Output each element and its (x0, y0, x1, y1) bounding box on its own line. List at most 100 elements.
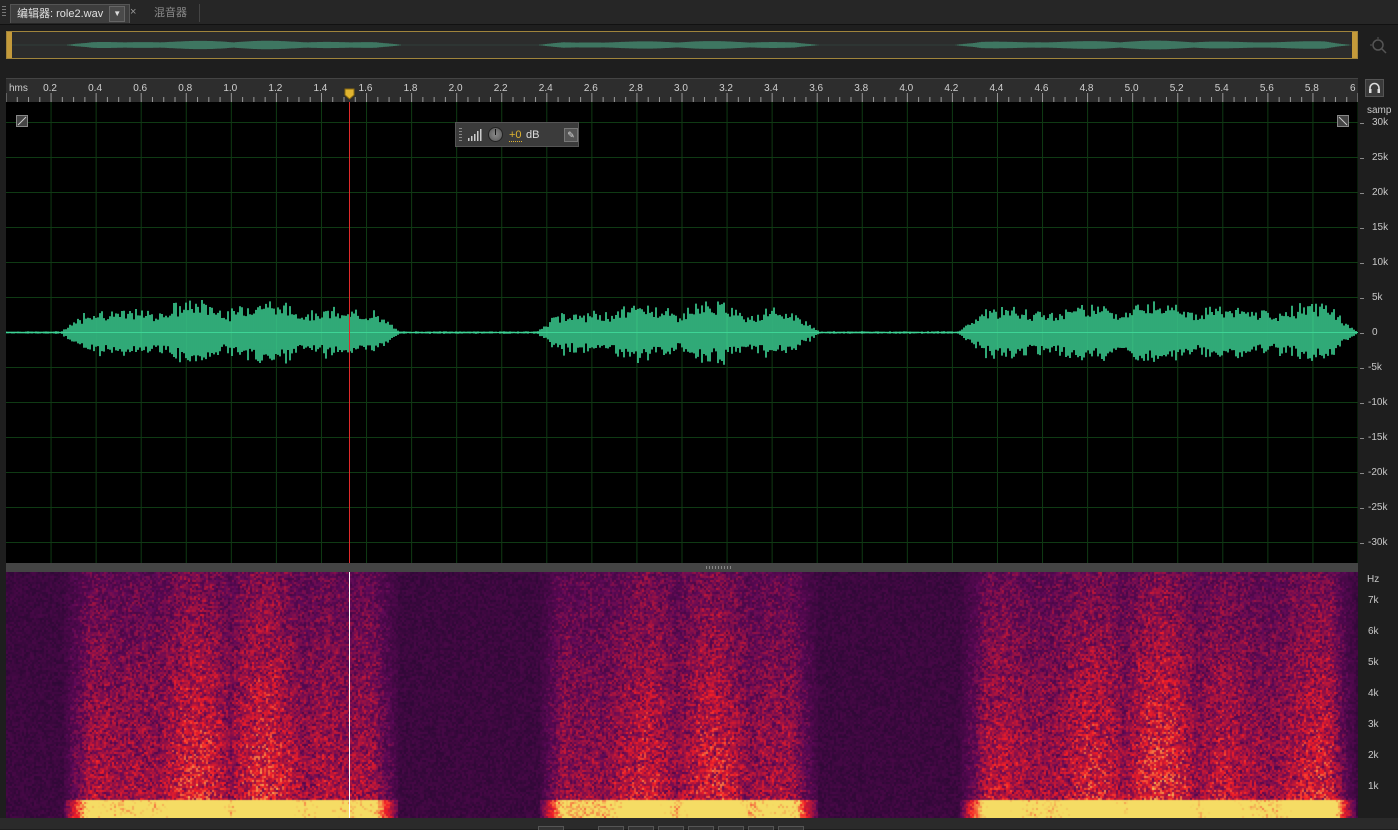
pin-icon[interactable]: ✎ (564, 128, 578, 142)
amplitude-tick (1360, 192, 1364, 194)
close-icon[interactable]: × (130, 5, 136, 19)
ruler-tick-label: 5.0 (1124, 83, 1139, 94)
amplitude-tick (1360, 507, 1364, 509)
ruler-tick-label: 1.0 (223, 83, 238, 94)
toolbar-button[interactable] (688, 826, 714, 830)
volume-value[interactable]: +0 (509, 129, 522, 142)
toolbar-button[interactable] (778, 826, 804, 830)
ruler-tick-label: 1.8 (403, 83, 418, 94)
amplitude-tick-label: 30k (1372, 116, 1389, 128)
amplitude-unit-label: samp (1367, 105, 1392, 116)
frequency-tick-label: 4k (1368, 688, 1379, 699)
volume-unit: dB (526, 129, 540, 141)
spectral-display[interactable] (6, 572, 1358, 818)
zoom-corner-left-icon[interactable] (16, 115, 28, 127)
hud-grip-icon[interactable] (459, 128, 462, 142)
ruler-tick-label: 2.6 (583, 83, 598, 94)
ruler-tick-label: 3.4 (764, 83, 779, 94)
tab-editor-label: 编辑器: role2.wav (17, 8, 104, 20)
waveform-plot (5, 102, 1359, 563)
ruler-tick-label: 3.8 (854, 83, 869, 94)
frequency-unit-label: Hz (1367, 574, 1380, 585)
amplitude-tick-label: 25k (1372, 151, 1389, 163)
tab-mixer[interactable]: 混音器 (146, 4, 200, 22)
amplitude-tick-label: 10k (1372, 256, 1389, 268)
panel-grip-icon[interactable] (2, 6, 6, 18)
toolbar-button[interactable] (658, 826, 684, 830)
time-ruler[interactable]: hms 0.2 0.4 0.6 0.8 1.0 1.2 1.4 1.6 1.8 2.0 2.2 2.4… (6, 78, 1358, 103)
divider-grip-icon[interactable] (706, 566, 732, 569)
playhead-line[interactable] (348, 102, 350, 563)
frequency-tick-label: 1k (1368, 781, 1379, 792)
ruler-tick-label: 1.4 (313, 83, 328, 94)
ruler-tick-label: 4.8 (1079, 83, 1094, 94)
amplitude-tick-label: -10k (1368, 396, 1388, 408)
volume-hud[interactable]: +0 dB ✎ (455, 122, 579, 147)
ruler-tick-label: 0.2 (43, 83, 57, 94)
overview-navigator[interactable] (6, 31, 1358, 59)
ruler-tick-label: 4.2 (944, 83, 959, 94)
pane-divider[interactable] (6, 563, 1358, 572)
amplitude-tick-label: -25k (1368, 501, 1388, 513)
toolbar-button[interactable] (628, 826, 654, 830)
amplitude-tick-label: -15k (1368, 431, 1388, 443)
ruler-tick-label: 5.8 (1304, 83, 1319, 94)
ruler-tick-label: 4.4 (989, 83, 1004, 94)
ruler-tick-label: 1.2 (268, 83, 283, 94)
frequency-axis: Hz 7k 6k 5k 4k 3k 2k 1k (1360, 572, 1398, 818)
amplitude-tick-label: -20k (1368, 466, 1388, 478)
ruler-tick-label: 6 (1350, 83, 1356, 94)
overview-trace (12, 40, 1351, 50)
amplitude-tick-label: 15k (1372, 221, 1389, 233)
chevron-down-icon[interactable]: ▼ (109, 6, 126, 22)
ruler-tick-label: 4.6 (1034, 83, 1049, 94)
tab-editor[interactable]: 编辑器: role2.wav ▼ (10, 4, 131, 23)
overview-right-handle[interactable] (1352, 32, 1357, 58)
ruler-tick-label: 3.6 (809, 83, 824, 94)
amplitude-tick (1360, 157, 1364, 159)
frequency-tick-label: 3k (1368, 719, 1379, 730)
ruler-tick-label: 5.4 (1214, 83, 1229, 94)
frequency-tick-label: 5k (1368, 657, 1379, 668)
frequency-tick-label: 6k (1368, 626, 1379, 637)
amplitude-tick (1360, 402, 1364, 404)
toolbar-button[interactable] (748, 826, 774, 830)
toolbar-button[interactable] (598, 826, 624, 830)
ruler-tick-label: 2.4 (538, 83, 553, 94)
playhead-marker-icon[interactable] (344, 88, 355, 100)
ruler-tick-label: 5.2 (1169, 83, 1184, 94)
zoom-icon[interactable] (1370, 37, 1388, 55)
zoom-corner-right-icon[interactable] (1337, 115, 1349, 127)
headphone-icon[interactable] (1365, 79, 1384, 97)
ruler-tick-label: 1.6 (358, 83, 373, 94)
frequency-tick-label: 2k (1368, 750, 1379, 761)
volume-knob-icon[interactable] (488, 127, 503, 142)
ruler-tick-label: 4.0 (899, 83, 914, 94)
amplitude-tick (1360, 297, 1364, 299)
frequency-tick-label: 7k (1368, 595, 1379, 606)
toolbar-button[interactable] (538, 826, 564, 830)
waveform-display[interactable] (5, 102, 1359, 563)
toolbar-button[interactable] (718, 826, 744, 830)
amplitude-tick (1360, 122, 1364, 124)
amplitude-tick (1360, 332, 1364, 334)
ruler-tick-label: 0.4 (88, 83, 103, 94)
amplitude-tick (1360, 437, 1364, 439)
level-meter-icon (468, 129, 482, 141)
amplitude-tick-label: 20k (1372, 186, 1389, 198)
overview-waveform (12, 40, 1351, 50)
ruler-tick-label: 2.0 (448, 83, 463, 94)
amplitude-tick (1360, 472, 1364, 474)
amplitude-tick-label: 5k (1372, 291, 1383, 303)
ruler-tick-label: 2.2 (493, 83, 508, 94)
ruler-tick-label: 0.6 (133, 83, 148, 94)
spectrogram-canvas (6, 572, 1358, 818)
amplitude-tick-label: 0 (1372, 326, 1378, 338)
ruler-unit-label: hms (9, 83, 28, 94)
ruler-tick-label: 0.8 (178, 83, 193, 94)
amplitude-tick (1360, 227, 1364, 229)
amplitude-tick (1360, 367, 1364, 369)
ruler-tick-label: 5.6 (1259, 83, 1274, 94)
ruler-tick-label: 3.0 (674, 83, 688, 94)
amplitude-axis: samp 30k 25k 20k 15k 10k 5k 0 -5k -10k -15k -20k -2… (1360, 102, 1398, 563)
